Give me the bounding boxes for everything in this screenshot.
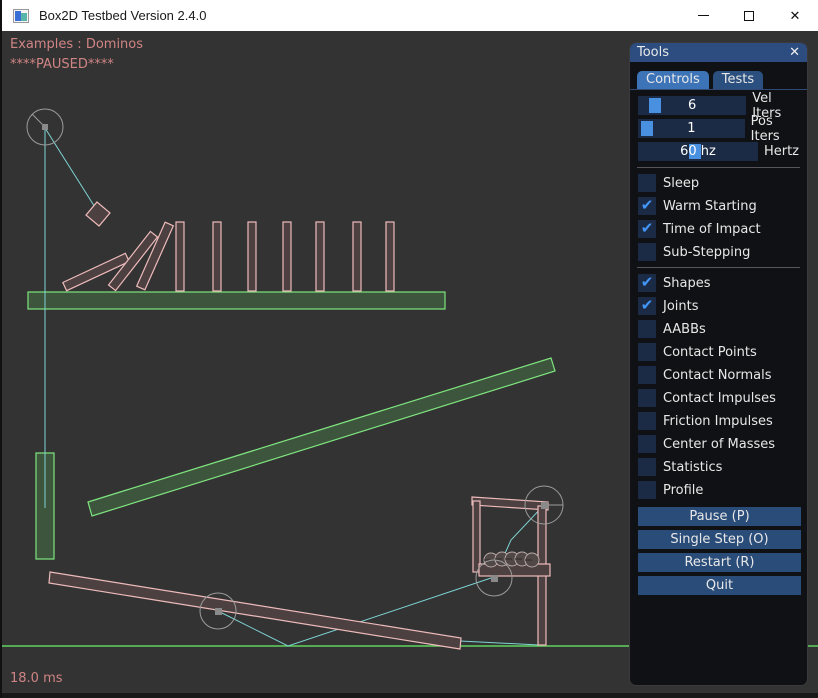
pendulum-box[interactable] — [86, 202, 110, 226]
checkbox-label: Warm Starting — [663, 199, 757, 214]
checkbox-label: Contact Impulses — [663, 391, 776, 406]
domino[interactable] — [386, 222, 394, 291]
domino[interactable] — [353, 222, 361, 291]
checkbox-label: Time of Impact — [663, 222, 761, 237]
slider-label: Hertz — [764, 144, 799, 159]
close-button[interactable]: ✕ — [772, 0, 818, 31]
checkbox[interactable]: ✔ — [638, 220, 656, 238]
domino[interactable] — [248, 222, 256, 291]
checkbox-label: Contact Points — [663, 345, 757, 360]
pause-button[interactable]: Pause (P) — [638, 507, 801, 526]
checkbox[interactable]: ✔ — [638, 412, 656, 430]
pos-iters-slider[interactable]: 1 Pos Iters — [638, 119, 799, 138]
domino-platform — [28, 292, 445, 309]
check-icon: ✔ — [641, 298, 654, 313]
standing-dominoes[interactable] — [176, 222, 394, 291]
window-bottom-edge — [2, 693, 818, 698]
checkbox-warm-starting[interactable]: ✔ Warm Starting — [638, 197, 799, 215]
domino[interactable] — [316, 222, 324, 291]
domino[interactable] — [213, 222, 221, 291]
checkbox-shapes[interactable]: ✔ Shapes — [638, 274, 799, 292]
slider-value: 60 hz — [638, 142, 758, 161]
checkbox[interactable]: ✔ — [638, 197, 656, 215]
checkbox-label: Joints — [663, 299, 699, 314]
checkbox-label: Contact Normals — [663, 368, 772, 383]
checkbox[interactable]: ✔ — [638, 366, 656, 384]
paused-label: ****PAUSED**** — [10, 57, 114, 72]
checkbox-label: AABBs — [663, 322, 706, 337]
checkbox-joints[interactable]: ✔ Joints — [638, 297, 799, 315]
checkbox[interactable]: ✔ — [638, 389, 656, 407]
quit-button[interactable]: Quit — [638, 576, 801, 595]
domino[interactable] — [176, 222, 184, 291]
checkbox-friction-impulses[interactable]: ✔ Friction Impulses — [638, 412, 799, 430]
cradle-balls[interactable] — [484, 552, 539, 567]
ground-joint-line — [460, 641, 539, 645]
checkbox[interactable]: ✔ — [638, 274, 656, 292]
slider-value: 1 — [638, 119, 745, 138]
app-icon — [13, 9, 29, 23]
checkbox-sleep[interactable]: ✔ Sleep — [638, 174, 799, 192]
checkbox-contact-points[interactable]: ✔ Contact Points — [638, 343, 799, 361]
checkbox-label: Shapes — [663, 276, 710, 291]
tools-panel: Tools ✕ Controls Tests 6 Vel Iters 1 Pos… — [629, 42, 808, 686]
checkbox-label: Sleep — [663, 176, 699, 191]
tools-panel-titlebar[interactable]: Tools ✕ — [630, 43, 807, 62]
checkbox-center-of-masses[interactable]: ✔ Center of Masses — [638, 435, 799, 453]
checkbox-label: Center of Masses — [663, 437, 775, 452]
checkbox-sub-stepping[interactable]: ✔ Sub-Stepping — [638, 243, 799, 261]
tools-panel-title: Tools — [637, 45, 669, 60]
checkbox-time-of-impact[interactable]: ✔ Time of Impact — [638, 220, 799, 238]
hertz-slider[interactable]: 60 hz Hertz — [638, 142, 799, 161]
checkbox-profile[interactable]: ✔ Profile — [638, 481, 799, 499]
checkbox[interactable]: ✔ — [638, 297, 656, 315]
check-icon: ✔ — [641, 198, 654, 213]
separator — [637, 167, 800, 168]
checkbox[interactable]: ✔ — [638, 481, 656, 499]
checkbox[interactable]: ✔ — [638, 174, 656, 192]
seesaw-plank[interactable] — [49, 572, 461, 649]
close-icon[interactable]: ✕ — [789, 46, 800, 59]
checkbox[interactable]: ✔ — [638, 343, 656, 361]
minimize-button[interactable] — [680, 0, 726, 31]
checkbox[interactable]: ✔ — [638, 458, 656, 476]
checkbox-statistics[interactable]: ✔ Statistics — [638, 458, 799, 476]
checkbox-label: Statistics — [663, 460, 722, 475]
window-title: Box2D Testbed Version 2.4.0 — [39, 8, 206, 23]
tab-controls[interactable]: Controls — [637, 71, 709, 89]
tools-tabbar: Controls Tests — [630, 62, 807, 90]
slider-value: 6 — [638, 96, 746, 115]
example-label: Examples : Dominos — [10, 37, 143, 52]
maximize-button[interactable] — [726, 0, 772, 31]
restart-button[interactable]: Restart (R) — [638, 553, 801, 572]
check-icon: ✔ — [641, 275, 654, 290]
checkbox-label: Friction Impulses — [663, 414, 773, 429]
minimize-icon — [698, 15, 709, 16]
checkbox[interactable]: ✔ — [638, 435, 656, 453]
frame-time-label: 18.0 ms — [10, 671, 63, 686]
vel-iters-slider[interactable]: 6 Vel Iters — [638, 96, 799, 115]
checkbox-contact-impulses[interactable]: ✔ Contact Impulses — [638, 389, 799, 407]
separator — [637, 267, 800, 268]
tab-tests[interactable]: Tests — [713, 71, 763, 89]
fallen-dominoes[interactable] — [63, 222, 174, 290]
maximize-icon — [744, 11, 754, 21]
checkbox[interactable]: ✔ — [638, 243, 656, 261]
checkbox-contact-normals[interactable]: ✔ Contact Normals — [638, 366, 799, 384]
slider-label: Pos Iters — [751, 114, 799, 144]
single-step-button[interactable]: Single Step (O) — [638, 530, 801, 549]
window-titlebar[interactable]: Box2D Testbed Version 2.4.0 ✕ — [2, 0, 818, 31]
domino[interactable] — [283, 222, 291, 291]
checkbox-label: Sub-Stepping — [663, 245, 750, 260]
diagonal-plank — [88, 358, 555, 516]
checkbox-label: Profile — [663, 483, 703, 498]
check-icon: ✔ — [641, 221, 654, 236]
pendulum-joint-line — [45, 128, 98, 212]
checkbox-aabbs[interactable]: ✔ AABBs — [638, 320, 799, 338]
app-window: Examples : Dominos ****PAUSED**** 18.0 m… — [0, 0, 818, 698]
checkbox[interactable]: ✔ — [638, 320, 656, 338]
